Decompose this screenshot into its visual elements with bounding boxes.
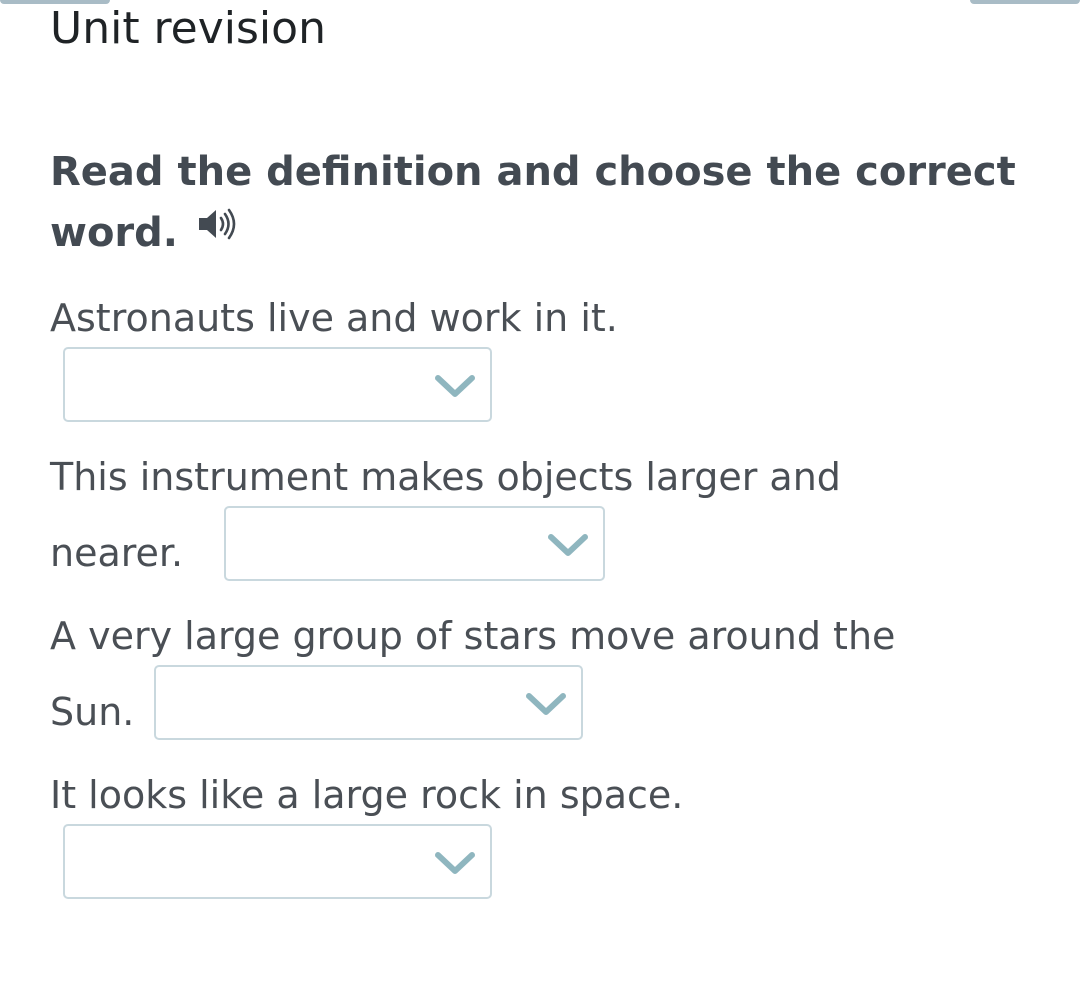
instruction-text: Read the definition and choose the corre… [50,149,1016,256]
top-tab-right[interactable] [970,0,1080,4]
instruction-heading: Read the definition and choose the corre… [50,142,1050,264]
question-3-text-line2: Sun. [50,690,135,734]
question-2-text-line2: nearer. [50,531,184,575]
chevron-down-icon [547,532,589,564]
answer-dropdown-3[interactable] [154,665,583,740]
page-title: Unit revision [50,3,326,54]
chevron-down-icon [525,691,567,723]
question-1-text: Astronauts live and work in it. [50,296,618,340]
answer-dropdown-4[interactable] [63,824,492,899]
question-2-text-line1: This instrument makes objects larger and [50,455,841,499]
chevron-down-icon [434,850,476,882]
question-4-text: It looks like a large rock in space. [50,773,684,817]
answer-dropdown-1[interactable] [63,347,492,422]
chevron-down-icon [434,373,476,405]
speaker-icon[interactable] [196,201,240,262]
answer-dropdown-2[interactable] [224,506,605,581]
question-3-text-line1: A very large group of stars move around … [50,614,896,658]
